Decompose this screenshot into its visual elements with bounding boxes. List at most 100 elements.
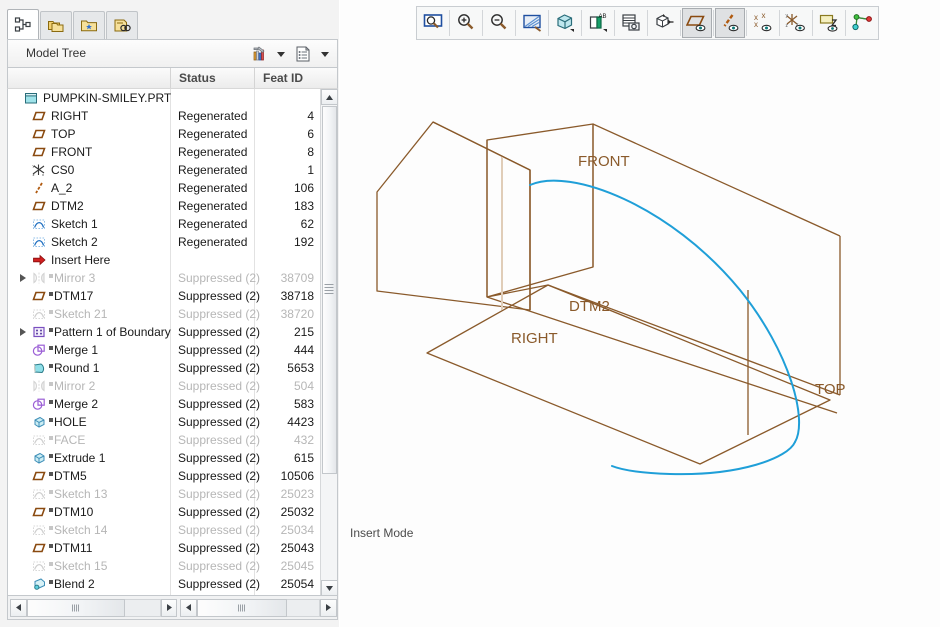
tree-row[interactable]: DTM10 Suppressed (2) 25032 bbox=[8, 503, 321, 521]
tree-row[interactable]: Insert Here bbox=[8, 251, 321, 269]
datum-plane-icon bbox=[32, 111, 46, 121]
tree-row[interactable]: RIGHT Regenerated 4 bbox=[8, 107, 321, 125]
csys-display-button[interactable]: yzx bbox=[781, 8, 811, 38]
tree-row[interactable]: Sketch 1 Regenerated 62 bbox=[8, 215, 321, 233]
navigator-tab-model-tree[interactable] bbox=[7, 9, 39, 40]
tree-row[interactable]: Blend 2 Suppressed (2) 25054 bbox=[8, 575, 321, 593]
extrude-icon bbox=[30, 415, 48, 429]
scroll-up-button[interactable] bbox=[321, 89, 337, 105]
column-header-status[interactable]: Status bbox=[170, 68, 254, 88]
refit-icon bbox=[523, 14, 542, 32]
refit-button[interactable] bbox=[517, 8, 547, 38]
tree-row-featid: 504 bbox=[293, 379, 314, 393]
navigator-tab-favorites[interactable] bbox=[73, 11, 105, 40]
tree-row[interactable]: DTM17 Suppressed (2) 38718 bbox=[8, 287, 321, 305]
model-tree-icon bbox=[14, 17, 31, 32]
model-tree-title: Model Tree bbox=[26, 46, 87, 60]
hscroll-thumb-1[interactable] bbox=[26, 598, 125, 617]
display-style-button[interactable] bbox=[550, 8, 580, 38]
model-tree-column-header: Status Feat ID bbox=[7, 67, 338, 89]
tree-row[interactable]: Sketch 14 Suppressed (2) 25034 bbox=[8, 521, 321, 539]
tree-row-featid: 432 bbox=[293, 433, 314, 447]
tree-row[interactable]: PUMPKIN-SMILEY.PRT bbox=[8, 89, 321, 107]
scroll-thumb[interactable] bbox=[321, 106, 337, 474]
chevron-down-icon[interactable] bbox=[321, 51, 329, 57]
appearance-button[interactable]: AB bbox=[583, 8, 613, 38]
hscroll-right-button-1[interactable] bbox=[160, 598, 178, 617]
tree-row[interactable]: Extrude 1 Suppressed (2) 615 bbox=[8, 449, 321, 467]
tree-row-expander[interactable] bbox=[16, 274, 30, 282]
spin-center-button[interactable] bbox=[847, 8, 877, 38]
navigator-tab-connections[interactable] bbox=[106, 11, 138, 40]
sketch-icon bbox=[30, 523, 48, 537]
scroll-down-button[interactable] bbox=[321, 580, 337, 595]
tree-row-label: PUMPKIN-SMILEY.PRT bbox=[43, 91, 172, 105]
tree-row[interactable]: TOP Regenerated 6 bbox=[8, 125, 321, 143]
plane-edge-right-inner bbox=[432, 121, 531, 310]
tree-row[interactable]: Merge 2 Suppressed (2) 583 bbox=[8, 395, 321, 413]
merge-icon bbox=[32, 398, 45, 410]
hscroll-track-1[interactable] bbox=[124, 598, 161, 617]
round-icon bbox=[33, 363, 45, 374]
tree-row-featid: 25043 bbox=[280, 541, 314, 555]
tree-row[interactable]: Round 1 Suppressed (2) 5653 bbox=[8, 359, 321, 377]
tree-row[interactable]: y x z CS0 Regenerated 1 bbox=[8, 161, 321, 179]
tree-row[interactable]: A_2 Regenerated 106 bbox=[8, 179, 321, 197]
datum-axis-icon bbox=[30, 181, 48, 195]
hscroll-track-2[interactable] bbox=[287, 598, 321, 617]
chevron-down-icon[interactable] bbox=[277, 51, 285, 57]
datum-point-display-button[interactable]: xxx bbox=[748, 8, 778, 38]
mirror-icon bbox=[30, 271, 48, 285]
sketch-curve-lower bbox=[611, 441, 796, 476]
reorient-button[interactable] bbox=[649, 8, 679, 38]
tree-row[interactable]: Sketch 13 Suppressed (2) 25023 bbox=[8, 485, 321, 503]
tree-row-label: A_2 bbox=[51, 181, 73, 195]
tree-row[interactable]: FACE Suppressed (2) 432 bbox=[8, 431, 321, 449]
zoom-window-button[interactable] bbox=[418, 8, 448, 38]
tree-row[interactable]: Mirror 3 Suppressed (2) 38709 bbox=[8, 269, 321, 287]
datum-plane-icon bbox=[30, 469, 48, 483]
tree-row[interactable]: Pattern 1 of Boundary Suppressed (2) 215 bbox=[8, 323, 321, 341]
tree-row[interactable]: DTM2 Regenerated 183 bbox=[8, 197, 321, 215]
navigator-tab-strip bbox=[0, 0, 339, 40]
tree-row-status: Suppressed (2) bbox=[178, 577, 261, 591]
tree-row-label: Round 1 bbox=[54, 361, 100, 375]
tree-row[interactable]: Merge 1 Suppressed (2) 444 bbox=[8, 341, 321, 359]
column-header-name[interactable] bbox=[8, 68, 170, 88]
settings-tools-icon-button[interactable] bbox=[247, 43, 271, 65]
datum-plane-display-button[interactable] bbox=[682, 8, 712, 38]
tree-row-status: Regenerated bbox=[178, 163, 248, 177]
hscroll-left-button-1[interactable] bbox=[10, 598, 27, 617]
toolbar-separator bbox=[614, 10, 615, 36]
datum-plane-icon bbox=[32, 507, 46, 517]
hscroll-left-button-2[interactable] bbox=[180, 598, 198, 617]
merge-icon bbox=[30, 397, 48, 411]
datum-plane-icon bbox=[30, 505, 48, 519]
zoom-out-button[interactable] bbox=[484, 8, 514, 38]
datum-axis-display-button[interactable] bbox=[715, 8, 745, 38]
navigator-tab-folder-browser[interactable] bbox=[40, 11, 72, 40]
hscroll-right-button-2[interactable] bbox=[320, 598, 337, 617]
plane-edge-top-left bbox=[486, 284, 549, 298]
graphics-viewport[interactable]: FRONT DTM2 RIGHT TOP bbox=[340, 0, 940, 627]
tree-row[interactable]: HOLE Suppressed (2) 4423 bbox=[8, 413, 321, 431]
zoom-in-button[interactable] bbox=[451, 8, 481, 38]
tree-row[interactable]: Sketch 21 Suppressed (2) 38720 bbox=[8, 305, 321, 323]
tree-row[interactable]: Sketch 15 Suppressed (2) 25045 bbox=[8, 557, 321, 575]
tree-row[interactable]: FRONT Regenerated 8 bbox=[8, 143, 321, 161]
tree-row-expander[interactable] bbox=[16, 328, 30, 336]
tree-columns-icon-button[interactable] bbox=[291, 43, 315, 65]
tree-row-status: Suppressed (2) bbox=[178, 433, 261, 447]
hscroll-thumb-2[interactable] bbox=[197, 598, 288, 617]
hscroll-thumb-grip-1 bbox=[71, 604, 80, 611]
tree-row[interactable]: DTM11 Suppressed (2) 25043 bbox=[8, 539, 321, 557]
tree-row[interactable]: Sketch 2 Regenerated 192 bbox=[8, 233, 321, 251]
model-tree-vertical-scrollbar[interactable] bbox=[320, 89, 337, 595]
layers-button[interactable] bbox=[616, 8, 646, 38]
tree-row[interactable]: Mirror 2 Suppressed (2) 504 bbox=[8, 377, 321, 395]
datum-axis-icon bbox=[35, 182, 43, 194]
tree-row-featid: 4 bbox=[307, 109, 314, 123]
column-header-featid[interactable]: Feat ID bbox=[254, 68, 336, 88]
annotation-display-button[interactable] bbox=[814, 8, 844, 38]
tree-row[interactable]: DTM5 Suppressed (2) 10506 bbox=[8, 467, 321, 485]
